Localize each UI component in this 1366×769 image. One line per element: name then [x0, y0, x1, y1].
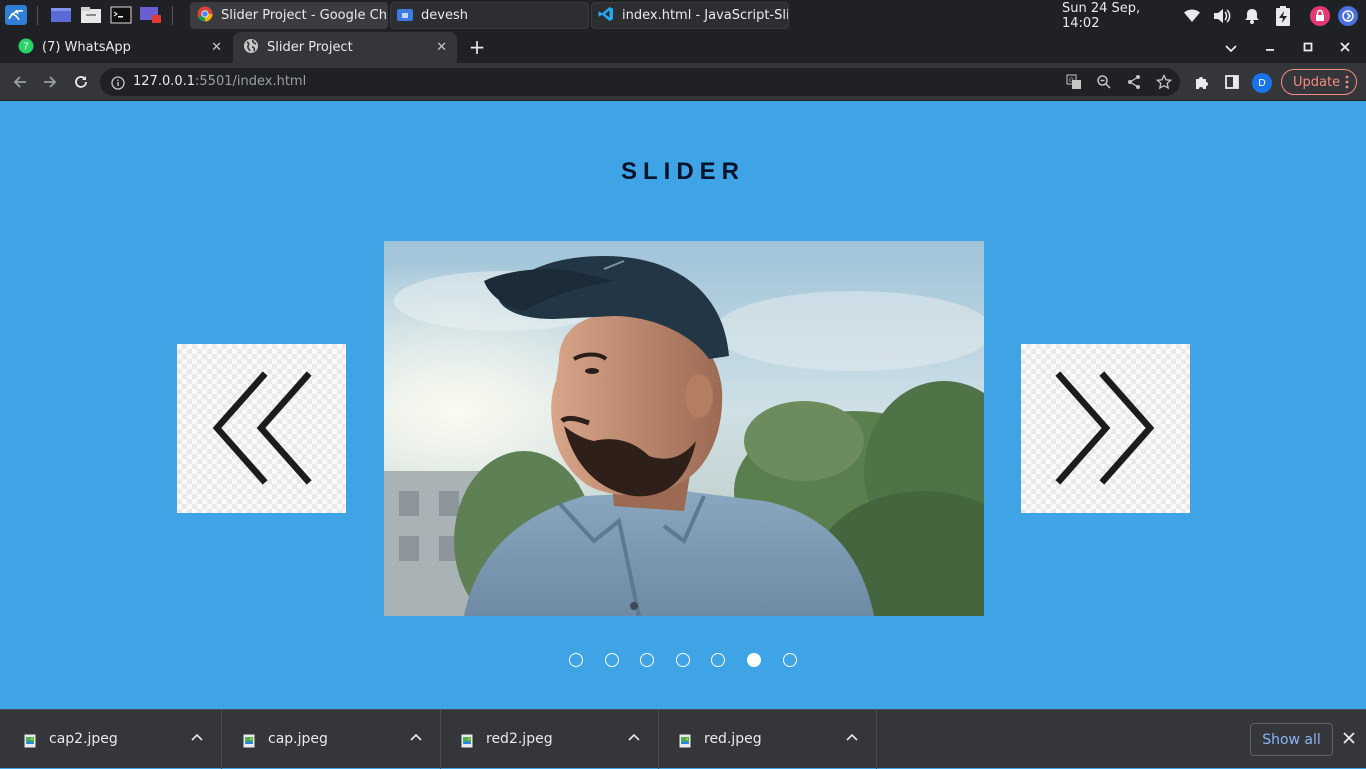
globe-icon [243, 38, 259, 58]
tab-label: Slider Project [267, 40, 353, 55]
tab-slider-project[interactable]: Slider Project ✕ [233, 32, 457, 63]
download-filename: red.jpeg [704, 731, 762, 747]
new-tab-button[interactable]: + [466, 37, 488, 57]
image-file-icon [24, 733, 36, 752]
slide-dot[interactable] [675, 653, 690, 667]
next-slide-button[interactable] [1021, 344, 1190, 513]
download-item[interactable]: red2.jpeg [440, 710, 659, 769]
minimize-window-icon[interactable] [1262, 39, 1278, 55]
folder-icon [397, 7, 413, 25]
download-filename: cap2.jpeg [49, 731, 118, 747]
chrome-icon [197, 6, 213, 26]
svg-text:7: 7 [23, 41, 29, 52]
reload-icon[interactable] [66, 63, 96, 101]
slide-dot[interactable] [569, 653, 583, 667]
svg-text:G: G [1069, 78, 1074, 84]
logout-icon[interactable] [1336, 0, 1360, 31]
notification-bell-icon[interactable] [1242, 0, 1262, 31]
os-taskbar: Slider Project - Google Ch... devesh ind… [0, 0, 1366, 31]
volume-icon[interactable] [1212, 0, 1232, 31]
slide-dot-active[interactable] [746, 653, 761, 667]
browser-toolbar: 127.0.0.1:5501/index.html G D Update [0, 63, 1366, 101]
image-file-icon [243, 733, 255, 752]
slide-dot[interactable] [782, 653, 797, 667]
forward-arrow-icon[interactable] [35, 63, 65, 101]
show-all-downloads-button[interactable]: Show all [1250, 723, 1333, 756]
window-title: Slider Project - Google Ch... [221, 8, 388, 23]
image-file-icon [679, 733, 691, 752]
chevron-up-icon[interactable] [191, 730, 203, 744]
wifi-icon[interactable] [1182, 0, 1202, 31]
download-item[interactable]: cap.jpeg [222, 710, 441, 769]
more-menu-icon [1345, 74, 1349, 94]
download-filename: cap.jpeg [268, 731, 328, 747]
chevron-up-icon[interactable] [846, 730, 858, 744]
whatsapp-icon: 7 [18, 38, 34, 58]
taskbar-divider [37, 6, 38, 25]
update-button[interactable]: Update [1281, 69, 1357, 95]
back-arrow-icon[interactable] [5, 63, 35, 101]
tab-whatsapp[interactable]: 7 (7) WhatsApp ✕ [8, 32, 232, 63]
url-text: 127.0.0.1:5501/index.html [133, 74, 306, 89]
taskbar-window-folder[interactable]: devesh [390, 2, 589, 29]
close-tab-icon[interactable]: ✕ [211, 40, 222, 55]
extensions-puzzle-icon[interactable] [1187, 63, 1217, 101]
download-filename: red2.jpeg [486, 731, 553, 747]
battery-charging-icon[interactable] [1272, 0, 1294, 31]
taskbar-window-vscode[interactable]: index.html - JavaScript-Sli... [591, 2, 789, 29]
side-panel-icon[interactable] [1217, 63, 1247, 101]
chevron-up-icon[interactable] [410, 730, 422, 744]
close-tab-icon[interactable]: ✕ [436, 40, 447, 55]
clock[interactable]: Sun 24 Sep, 14:02 [1062, 0, 1178, 31]
double-chevron-left-icon [212, 371, 312, 485]
double-chevron-right-icon [1055, 371, 1155, 485]
chevron-up-icon[interactable] [628, 730, 640, 744]
downloads-shelf: cap2.jpeg cap.jpeg red2.jpeg red.jpeg Sh… [0, 709, 1366, 769]
zoom-icon[interactable] [1096, 74, 1112, 94]
download-item[interactable]: red.jpeg [658, 710, 877, 769]
taskbar-divider [172, 6, 173, 25]
translate-icon[interactable]: G [1066, 74, 1082, 94]
site-info-icon[interactable] [111, 75, 125, 94]
screen-recorder-icon[interactable] [138, 3, 164, 27]
tab-label: (7) WhatsApp [42, 40, 131, 55]
page-content: SLIDER [0, 101, 1366, 709]
page-title: SLIDER [620, 158, 745, 185]
bookmark-star-icon[interactable] [1155, 73, 1173, 94]
window-title: index.html - JavaScript-Sli... [622, 8, 789, 23]
profile-avatar[interactable]: D [1252, 73, 1272, 93]
lock-icon[interactable] [1308, 0, 1332, 31]
image-file-icon [461, 733, 473, 752]
prev-slide-button[interactable] [177, 344, 346, 513]
slide-indicators [569, 653, 797, 667]
workspace-icon[interactable] [48, 3, 74, 27]
terminal-icon[interactable] [108, 3, 134, 27]
slide-dot[interactable] [640, 653, 655, 667]
maximize-window-icon[interactable] [1300, 39, 1316, 55]
download-item[interactable]: cap2.jpeg [3, 710, 222, 769]
slide-image [384, 241, 984, 616]
update-label: Update [1293, 74, 1341, 90]
taskbar-window-chrome[interactable]: Slider Project - Google Ch... [190, 2, 388, 29]
url-path: :5501/index.html [195, 74, 307, 89]
address-bar[interactable]: 127.0.0.1:5501/index.html G [100, 68, 1180, 96]
close-shelf-icon[interactable] [1342, 730, 1356, 749]
share-icon[interactable] [1126, 74, 1142, 94]
slide-dot[interactable] [711, 653, 726, 667]
vscode-icon [598, 6, 614, 26]
close-window-icon[interactable] [1337, 39, 1353, 55]
window-title: devesh [421, 8, 468, 23]
browser-tab-strip: 7 (7) WhatsApp ✕ Slider Project ✕ + [0, 31, 1366, 63]
slide-dot[interactable] [604, 653, 619, 667]
kali-menu-icon[interactable] [2, 3, 30, 27]
file-manager-icon[interactable] [78, 3, 104, 27]
tab-search-chevron-icon[interactable] [1224, 39, 1244, 55]
url-host: 127.0.0.1 [133, 74, 196, 89]
